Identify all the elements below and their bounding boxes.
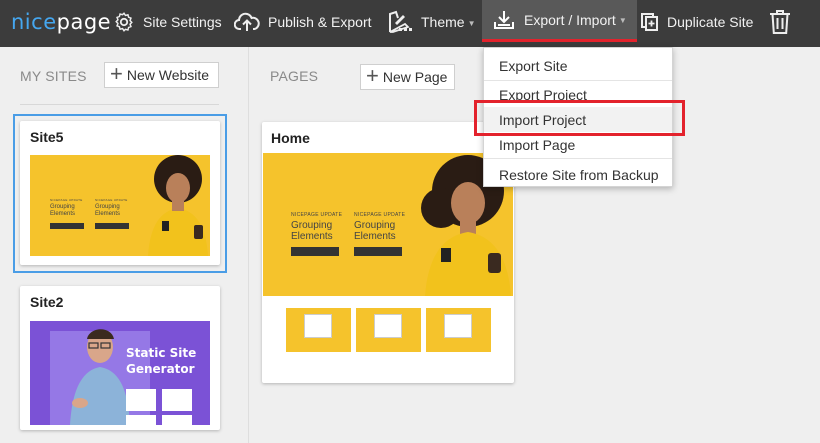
thumb-feature-box xyxy=(126,415,156,425)
thumb-heading: Grouping Elements xyxy=(95,204,121,217)
new-page-button[interactable]: + New Page xyxy=(360,64,455,90)
thumb-eyebrow-text: NICEPAGE UPDATE xyxy=(354,212,406,218)
thumb-feature-card xyxy=(426,308,491,352)
new-website-button[interactable]: + New Website xyxy=(104,62,219,88)
site-name: Site2 xyxy=(30,294,64,310)
menu-item-export-site[interactable]: Export Site xyxy=(484,53,672,78)
my-sites-label: MY SITES xyxy=(20,68,87,84)
publish-export-label: Publish & Export xyxy=(268,14,372,30)
top-toolbar: nicepage Site Settings Publish & Export … xyxy=(0,0,820,47)
thumb-button xyxy=(50,223,84,229)
thumb-heading: Static Site Generator xyxy=(126,346,197,376)
duplicate-site-button[interactable]: Duplicate Site xyxy=(641,0,753,44)
cloud-upload-icon xyxy=(234,12,260,31)
page-thumbnail-features xyxy=(263,296,513,352)
thumb-button xyxy=(354,247,402,256)
site-settings-label: Site Settings xyxy=(143,14,222,30)
thumb-eyebrow-text: NICEPAGE UPDATE xyxy=(95,198,128,202)
woman-photo-image xyxy=(148,155,208,256)
new-website-label: New Website xyxy=(126,67,210,83)
plus-icon: + xyxy=(110,61,123,86)
thumb-heading: Grouping Elements xyxy=(354,220,396,242)
theme-button[interactable]: Theme ▼ xyxy=(387,0,476,44)
logo-text-page: page xyxy=(56,10,112,34)
highlight-annotation xyxy=(474,100,685,136)
thumb-feature-box xyxy=(162,415,192,425)
theme-label: Theme xyxy=(421,14,465,30)
import-export-icon xyxy=(494,10,514,29)
export-import-label: Export / Import xyxy=(524,11,616,28)
page-card-home[interactable]: Home NICEPAGE UPDATE Grouping Elements NI… xyxy=(262,122,514,383)
thumb-button xyxy=(95,223,129,229)
site-thumbnail: NICEPAGE UPDATE Grouping Elements NICEPAG… xyxy=(30,155,210,256)
page-thumbnail-hero: NICEPAGE UPDATE Grouping Elements NICEPAG… xyxy=(263,153,513,296)
pages-label: PAGES xyxy=(270,68,319,84)
thumb-eyebrow-text: NICEPAGE UPDATE xyxy=(291,212,343,218)
site-name: Site5 xyxy=(30,129,64,145)
thumb-eyebrow-text: NICEPAGE UPDATE xyxy=(50,198,83,202)
chevron-down-icon: ▼ xyxy=(618,16,627,25)
new-page-label: New Page xyxy=(382,69,448,85)
trash-icon xyxy=(770,10,790,34)
site-card-site2[interactable]: Site2 Static Site Generator xyxy=(20,286,220,430)
gear-icon xyxy=(115,12,133,32)
delete-site-button[interactable] xyxy=(768,0,800,44)
palette-icon xyxy=(389,10,412,33)
nicepage-logo[interactable]: nicepage xyxy=(11,10,111,34)
menu-divider xyxy=(484,80,672,81)
thumb-feature-box xyxy=(126,389,156,411)
chevron-down-icon: ▼ xyxy=(467,18,476,28)
duplicate-icon xyxy=(641,13,658,31)
thumb-feature-box xyxy=(162,389,192,411)
thumb-heading: Grouping Elements xyxy=(291,220,333,242)
site-settings-button[interactable]: Site Settings xyxy=(113,0,222,44)
thumb-heading: Grouping Elements xyxy=(50,204,76,217)
duplicate-site-label: Duplicate Site xyxy=(667,14,754,30)
logo-text-nice: nice xyxy=(11,10,57,34)
plus-icon: + xyxy=(366,63,379,88)
site-card-site5[interactable]: Site5 NICEPAGE UPDATE Grouping Elements N… xyxy=(20,121,220,265)
menu-item-restore-site[interactable]: Restore Site from Backup xyxy=(484,162,672,187)
divider xyxy=(20,104,219,105)
publish-export-button[interactable]: Publish & Export xyxy=(234,0,372,44)
export-import-button[interactable]: Export / Import ▼ xyxy=(482,0,637,42)
menu-divider xyxy=(484,158,672,159)
thumb-button xyxy=(291,247,339,256)
thumb-feature-card xyxy=(286,308,351,352)
site-thumbnail: Static Site Generator xyxy=(30,321,210,425)
page-name: Home xyxy=(271,130,310,146)
thumb-feature-card xyxy=(356,308,421,352)
